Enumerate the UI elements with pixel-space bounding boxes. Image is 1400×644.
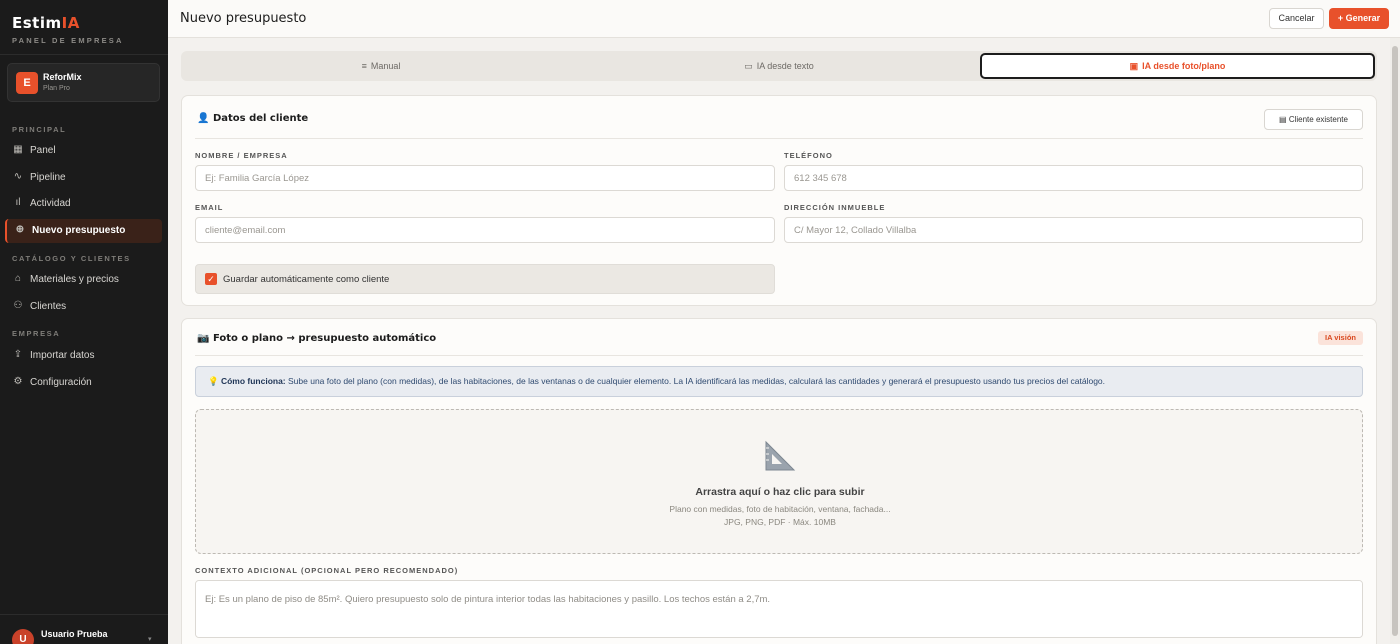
- sidebar-item-pipeline[interactable]: ∿ Pipeline: [5, 166, 162, 190]
- page-title: Nuevo presupuesto: [180, 11, 307, 26]
- existing-client-button[interactable]: ▤ Cliente existente: [1264, 109, 1363, 130]
- company-plan: Plan Pro: [43, 85, 70, 92]
- clipboard-icon: ▤: [1279, 115, 1289, 124]
- save-client-row[interactable]: ✓ Guardar automáticamente como cliente: [195, 264, 775, 294]
- photo-card: 📷 Foto o plano → presupuesto automático …: [181, 318, 1377, 644]
- sidebar-item-clientes[interactable]: ⚇ Clientes: [5, 295, 162, 319]
- user-menu[interactable]: U Usuario Prueba ▾: [0, 614, 168, 644]
- sidebar-item-panel[interactable]: ▦ Panel: [5, 139, 162, 163]
- cancel-button[interactable]: Cancelar: [1269, 8, 1324, 29]
- brand-subtitle: PANEL DE EMPRESA: [12, 36, 124, 45]
- dropzone-formats: JPG, PNG, PDF · Máx. 10MB: [724, 517, 836, 527]
- card-divider: [195, 138, 1363, 139]
- address-label: DIRECCIÓN INMUEBLE: [784, 203, 886, 212]
- email-field[interactable]: [195, 217, 775, 243]
- list-icon: ≡: [361, 61, 367, 71]
- sidebar-item-label: Actividad: [30, 198, 71, 209]
- company-avatar: E: [16, 72, 38, 94]
- sidebar-divider: [0, 54, 168, 55]
- sidebar-item-actividad[interactable]: ıl Actividad: [5, 192, 162, 216]
- photo-card-title: 📷 Foto o plano → presupuesto automático: [197, 333, 437, 344]
- tab-label: IA desde texto: [756, 61, 814, 71]
- save-client-checkbox[interactable]: ✓: [205, 273, 217, 285]
- company-switcher[interactable]: E ReforMix Plan Pro: [7, 63, 160, 102]
- context-textarea[interactable]: [195, 580, 1363, 638]
- bar-chart-icon: ıl: [15, 197, 21, 208]
- sidebar-item-label: Importar datos: [30, 350, 95, 361]
- users-icon: ⚇: [13, 300, 23, 311]
- sidebar-item-materiales[interactable]: ⌂ Materiales y precios: [5, 268, 162, 292]
- sidebar-item-label: Materiales y precios: [30, 274, 119, 285]
- triangle-ruler-icon: [765, 440, 796, 471]
- card-divider: [195, 355, 1363, 356]
- grid-icon: ▦: [13, 144, 23, 155]
- client-card: 👤 Datos del cliente ▤ Cliente existente …: [181, 95, 1377, 306]
- chevron-down-icon: ▾: [148, 636, 152, 643]
- tab-ia-foto[interactable]: ▣ IA desde foto/plano: [980, 53, 1375, 79]
- header: Nuevo presupuesto Cancelar + Generar: [168, 0, 1400, 38]
- brand-logo[interactable]: EstimIA: [12, 14, 80, 32]
- sidebar-item-label: Panel: [30, 145, 56, 156]
- section-label-empresa: EMPRESA: [12, 329, 61, 338]
- company-name: ReforMix: [43, 72, 82, 82]
- home-icon: ⌂: [14, 273, 22, 284]
- tab-manual[interactable]: ≡ Manual: [183, 53, 579, 79]
- address-field[interactable]: [784, 217, 1363, 243]
- dropzone-title: Arrastra aquí o haz clic para subir: [695, 486, 865, 498]
- user-name: Usuario Prueba: [41, 629, 108, 639]
- plus-circle-icon: ⊕: [15, 224, 25, 235]
- sidebar-item-importar[interactable]: ⇪ Importar datos: [5, 344, 162, 368]
- name-field[interactable]: [195, 165, 775, 191]
- info-bold: Cómo funciona:: [220, 376, 286, 386]
- sidebar-item-label: Pipeline: [30, 172, 66, 183]
- gear-icon: ⚙: [13, 376, 23, 387]
- phone-field[interactable]: [784, 165, 1363, 191]
- context-label: CONTEXTO ADICIONAL (OPCIONAL PERO RECOME…: [195, 566, 459, 575]
- client-card-title: 👤 Datos del cliente: [197, 113, 309, 124]
- sidebar-item-label: Nuevo presupuesto: [32, 225, 126, 236]
- save-client-label: Guardar automáticamente como cliente: [223, 274, 390, 285]
- camera-icon: 📷: [197, 333, 213, 344]
- scrollbar-thumb[interactable]: [1392, 46, 1398, 636]
- avatar: U: [12, 629, 34, 644]
- upload-dropzone[interactable]: Arrastra aquí o haz clic para subir Plan…: [195, 409, 1363, 554]
- sidebar-item-label: Configuración: [30, 377, 92, 388]
- section-label-catalogo: CATÁLOGO Y CLIENTES: [12, 254, 131, 263]
- info-text: Sube una foto del plano (con medidas), d…: [285, 376, 1106, 386]
- mode-tabs: ≡ Manual ▭ IA desde texto ▣ IA desde foto/p…: [181, 51, 1377, 81]
- name-label: NOMBRE / EMPRESA: [195, 151, 288, 160]
- tab-label: Manual: [370, 61, 401, 71]
- dropzone-subtitle: Plano con medidas, foto de habitación, v…: [669, 504, 891, 514]
- generate-button[interactable]: + Generar: [1329, 8, 1389, 29]
- ia-vision-badge: IA visión: [1318, 331, 1363, 345]
- image-icon: ▣: [1129, 61, 1139, 71]
- sidebar-item-nuevo-presupuesto[interactable]: ⊕ Nuevo presupuesto: [5, 219, 162, 243]
- phone-label: TELÉFONO: [784, 151, 833, 160]
- chat-icon: ▭: [744, 61, 753, 71]
- sidebar-item-label: Clientes: [30, 301, 67, 312]
- tab-ia-texto[interactable]: ▭ IA desde texto: [581, 53, 977, 79]
- sidebar-item-configuracion[interactable]: ⚙ Configuración: [5, 371, 162, 395]
- email-label: EMAIL: [195, 203, 224, 212]
- lightbulb-icon: 💡: [208, 376, 221, 386]
- section-label-principal: PRINCIPAL: [12, 125, 67, 134]
- sidebar: EstimIA PANEL DE EMPRESA E ReforMix Plan…: [0, 0, 168, 644]
- scrollbar[interactable]: [1390, 38, 1400, 644]
- upload-icon: ⇪: [13, 349, 23, 360]
- person-icon: 👤: [197, 113, 213, 124]
- info-box: 💡 Cómo funciona: Sube una foto del plano…: [195, 366, 1363, 397]
- tab-label: IA desde foto/plano: [1142, 61, 1226, 71]
- pulse-icon: ∿: [13, 171, 23, 182]
